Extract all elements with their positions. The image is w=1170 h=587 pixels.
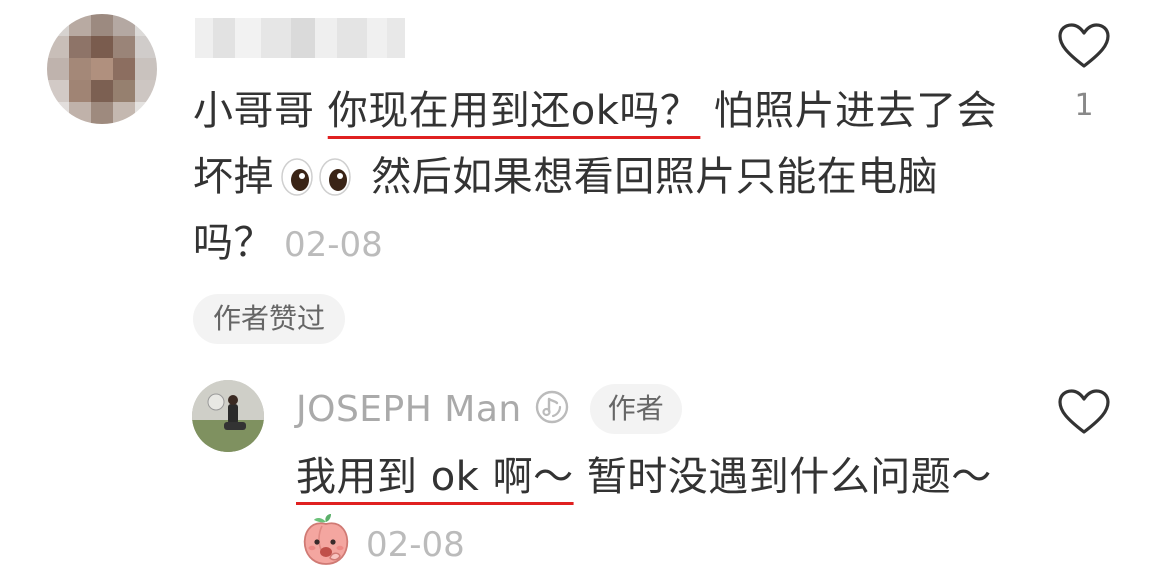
commenter-username-redacted[interactable] <box>195 18 405 58</box>
comment-text-part1: 小哥哥 <box>193 88 328 134</box>
like-count: 1 <box>1074 88 1094 123</box>
reply-like-area[interactable] <box>1054 388 1114 440</box>
reply-text-part2: 暂时没遇到什么问题～ <box>573 454 992 500</box>
heart-outline-icon[interactable] <box>1057 388 1111 440</box>
reply-date: 02-08 <box>366 525 465 565</box>
reply-header: JOSEPH Man 作者 <box>296 383 682 435</box>
comment-text-underlined: 你现在用到还ok吗？ <box>327 88 701 134</box>
heart-outline-icon[interactable] <box>1057 22 1111 74</box>
reply-avatar[interactable] <box>192 380 264 452</box>
comment-body[interactable]: 小哥哥 你现在用到还ok吗？ 怕照片进去了会坏掉 然后如果想看回照片只能在电脑吗… <box>193 78 1013 278</box>
reply-username[interactable]: JOSEPH Man <box>296 389 522 430</box>
commenter-avatar[interactable] <box>47 14 157 124</box>
comment-like-area[interactable]: 1 <box>1054 22 1114 123</box>
reply-text-underlined: 我用到 ok 啊～ <box>296 454 574 500</box>
reply-body[interactable]: 我用到 ok 啊～ 暂时没遇到什么问题～ 02-08 <box>296 444 1016 586</box>
peach-emoji-icon <box>300 512 352 586</box>
author-liked-badge: 作者赞过 <box>193 294 346 344</box>
eyes-emoji-icon <box>280 158 352 196</box>
comment-date: 02-08 <box>284 225 383 265</box>
music-disc-icon <box>534 389 570 429</box>
author-badge: 作者 <box>589 384 682 434</box>
